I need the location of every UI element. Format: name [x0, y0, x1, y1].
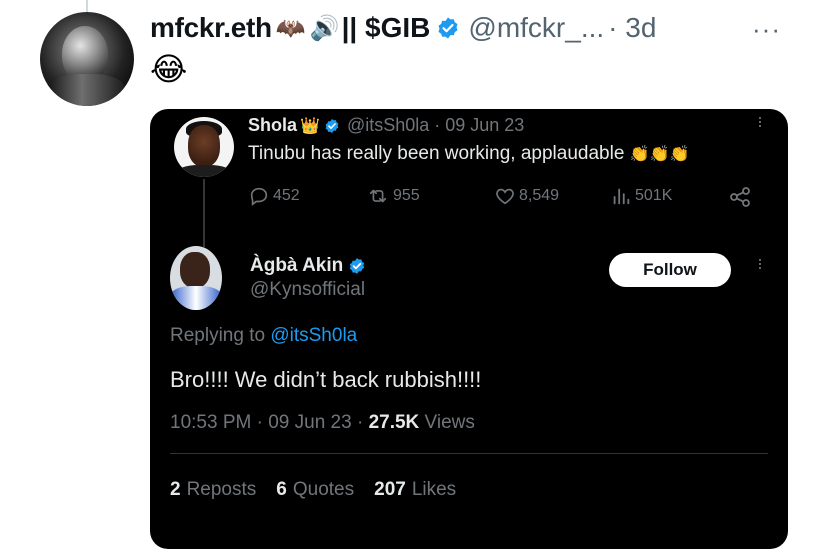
repost-count: 955: [393, 187, 420, 204]
quoted-handle: @itsSh0la · 09 Jun 23: [346, 115, 525, 135]
reply-icon: [248, 185, 270, 207]
engagement-counts: 2 Reposts 6 Quotes 207 Likes: [170, 479, 456, 501]
quotes-summary: 6 Quotes: [276, 479, 354, 501]
bat-emoji: 🦇: [275, 14, 306, 42]
thread-line: [86, 0, 88, 12]
replying-to: Replying to @itsSh0la: [170, 325, 357, 347]
replying-prefix: Replying to: [170, 325, 266, 346]
embedded-screenshot[interactable]: Shola 👑 @itsSh0la · 09 Jun 23 ··· Tinubu…: [150, 109, 788, 549]
likes-label: Likes: [411, 479, 457, 500]
quotes-count: 6: [276, 479, 287, 500]
reply-meta: 10:53 PM · 09 Jun 23 · 27.5K Views: [170, 412, 475, 434]
quoted-avatar: [174, 117, 234, 177]
avatar-head-shape: [188, 125, 220, 167]
more-options-icon: ···: [751, 257, 771, 269]
author-handle[interactable]: @mfckr_...: [468, 12, 604, 44]
reposts-summary: 2 Reposts: [170, 479, 256, 501]
like-count: 8,549: [519, 187, 560, 204]
quoted-text: Tinubu has really been working, applauda…: [248, 143, 689, 165]
replying-to-handle: @itsSh0la: [270, 325, 358, 346]
reply-author: Àgbà Akin: [250, 255, 366, 277]
avatar-shirt-shape: [176, 165, 232, 177]
author-name-suffix: || $GIB: [341, 12, 431, 43]
quoted-name: Shola: [248, 115, 298, 135]
reposts-count: 2: [170, 479, 181, 500]
reply-stat: 452: [248, 185, 300, 207]
repost-stat: 955: [366, 185, 420, 207]
tweet-header: mfckr.eth 🦇 🔊 || $GIB @mfckr_... · 3d: [150, 6, 656, 50]
likes-summary: 207 Likes: [374, 479, 456, 501]
quoted-header: Shola 👑 @itsSh0la · 09 Jun 23: [248, 115, 524, 136]
share-stat: [728, 185, 752, 209]
reply-time-date: 10:53 PM · 09 Jun 23 ·: [170, 412, 364, 433]
share-icon: [728, 185, 752, 209]
reply-name: Àgbà Akin: [250, 255, 344, 276]
divider: [170, 453, 768, 454]
heart-icon: [494, 185, 516, 207]
reply-views-count: 27.5K: [368, 412, 420, 433]
reply-views-label: Views: [424, 412, 475, 433]
views-stat: 501K: [610, 185, 672, 207]
verified-badge-icon: [348, 257, 366, 275]
avatar-head-shape: [180, 252, 210, 288]
verified-badge-icon: [324, 118, 340, 134]
more-options-icon: ···: [751, 115, 771, 127]
quoted-stats: 452 955 8,549 501K: [248, 185, 768, 211]
follow-button: Follow: [609, 253, 731, 287]
likes-count: 207: [374, 479, 406, 500]
speaker-emoji: 🔊: [309, 14, 340, 42]
tweet-text: 😂: [150, 51, 188, 87]
verified-badge-icon: [436, 16, 460, 40]
reply-avatar: [170, 246, 222, 310]
reply-connector-line: [203, 179, 205, 247]
clap-emoji: 👏👏👏: [629, 146, 690, 163]
avatar-shoulder-shape: [46, 74, 126, 106]
reply-count: 452: [273, 187, 300, 204]
like-stat: 8,549: [494, 185, 559, 207]
repost-icon: [366, 185, 390, 207]
quotes-label: Quotes: [292, 479, 355, 500]
crown-emoji: 👑: [300, 117, 320, 135]
reposts-label: Reposts: [186, 479, 257, 500]
author-avatar[interactable]: [40, 12, 134, 106]
analytics-icon: [610, 185, 632, 207]
more-options-icon[interactable]: ···: [752, 14, 781, 45]
author-display-name[interactable]: mfckr.eth: [150, 12, 272, 44]
tweet-timestamp[interactable]: · 3d: [608, 12, 656, 44]
views-count: 501K: [635, 187, 673, 204]
quoted-text-body: Tinubu has really been working, applauda…: [248, 143, 625, 164]
avatar-shirt-shape: [170, 286, 222, 310]
reply-text: Bro!!!! We didn’t back rubbish!!!!: [170, 367, 482, 392]
reply-handle: @Kynsofficial: [250, 279, 366, 300]
